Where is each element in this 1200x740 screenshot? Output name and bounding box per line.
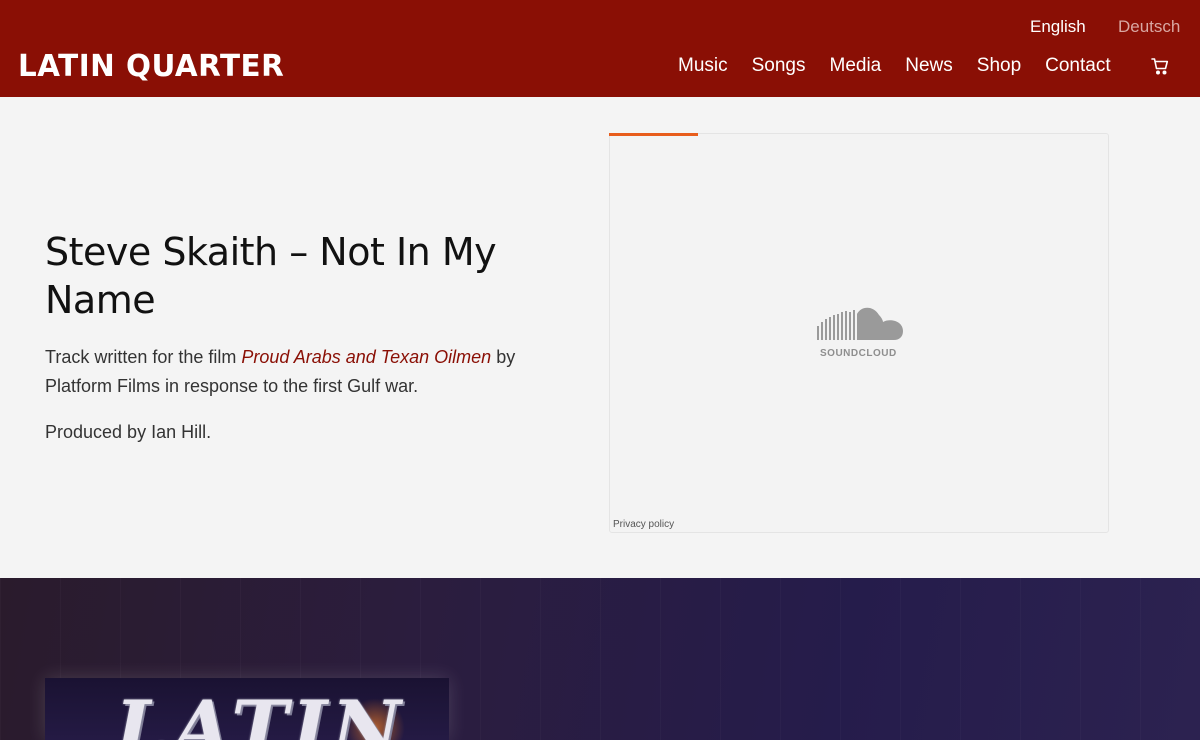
soundcloud-wordmark: SOUNDCLOUD	[820, 348, 897, 359]
hero-background-band: LATIN	[0, 578, 1200, 740]
nav-item-media[interactable]: Media	[830, 54, 882, 78]
page-title: Steve Skaith – Not In My Name	[45, 230, 497, 322]
producer-credit: Produced by Ian Hill.	[45, 422, 212, 442]
nav-item-songs[interactable]: Songs	[752, 54, 806, 78]
description-text-start: Track written for the film	[45, 347, 242, 367]
track-description: Track written for the film Proud Arabs a…	[45, 343, 575, 401]
album-cover-lettering: LATIN	[115, 684, 405, 740]
album-cover-image[interactable]: LATIN	[45, 678, 449, 740]
site-logo[interactable]: LATIN QUARTER	[18, 50, 284, 84]
cart-icon[interactable]	[1150, 56, 1170, 76]
nav-item-news[interactable]: News	[905, 54, 953, 78]
language-english-link[interactable]: English	[1030, 16, 1086, 38]
nav-item-contact[interactable]: Contact	[1045, 54, 1110, 78]
loading-progress-bar	[609, 133, 698, 136]
privacy-policy-link[interactable]: Privacy policy	[613, 519, 674, 530]
main-nav: Music Songs Media News Shop Contact	[678, 54, 1135, 78]
nav-item-music[interactable]: Music	[678, 54, 728, 78]
film-link[interactable]: Proud Arabs and Texan Oilmen	[241, 347, 491, 367]
nav-item-shop[interactable]: Shop	[977, 54, 1021, 78]
language-deutsch-link[interactable]: Deutsch	[1118, 16, 1180, 38]
soundcloud-embed[interactable]: SOUNDCLOUD Privacy policy	[609, 133, 1109, 533]
site-header: LATIN QUARTER English Deutsch Music Song…	[0, 0, 1200, 97]
